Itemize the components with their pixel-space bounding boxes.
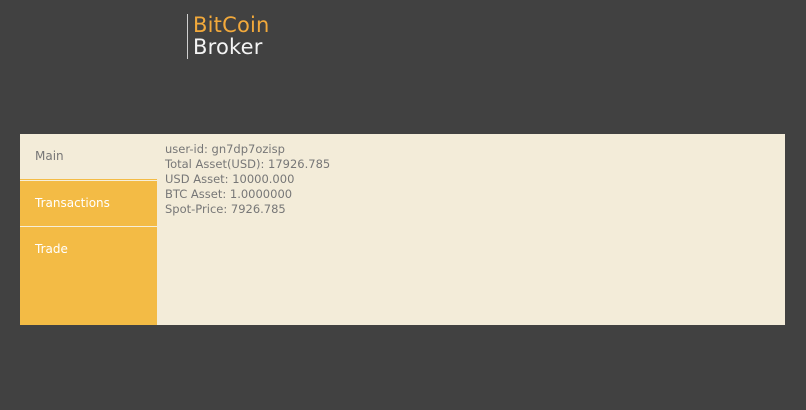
total-asset-text: Total Asset(USD): 17926.785	[165, 157, 331, 171]
nav-item-trade[interactable]: Trade	[20, 226, 157, 271]
logo-title-broker: Broker	[193, 35, 263, 59]
btc-asset-text: BTC Asset: 1.0000000	[165, 187, 293, 201]
nav-item-main[interactable]: Main	[20, 134, 157, 179]
nav-item-transactions[interactable]: Transactions	[20, 180, 157, 225]
brand-logo: BitCoin Broker	[187, 14, 270, 59]
usd-asset-text: USD Asset: 10000.000	[165, 172, 295, 186]
main-panel: Main Transactions Trade user-id: gn7dp7o…	[20, 134, 785, 325]
sidebar-nav: Main Transactions Trade	[20, 134, 157, 325]
user-id-text: user-id: gn7dp7ozisp	[165, 142, 285, 156]
spot-price-text: Spot-Price: 7926.785	[165, 202, 286, 216]
account-info: user-id: gn7dp7ozisp Total Asset(USD): 1…	[165, 142, 330, 217]
logo-title-bitcoin: BitCoin	[193, 13, 270, 37]
